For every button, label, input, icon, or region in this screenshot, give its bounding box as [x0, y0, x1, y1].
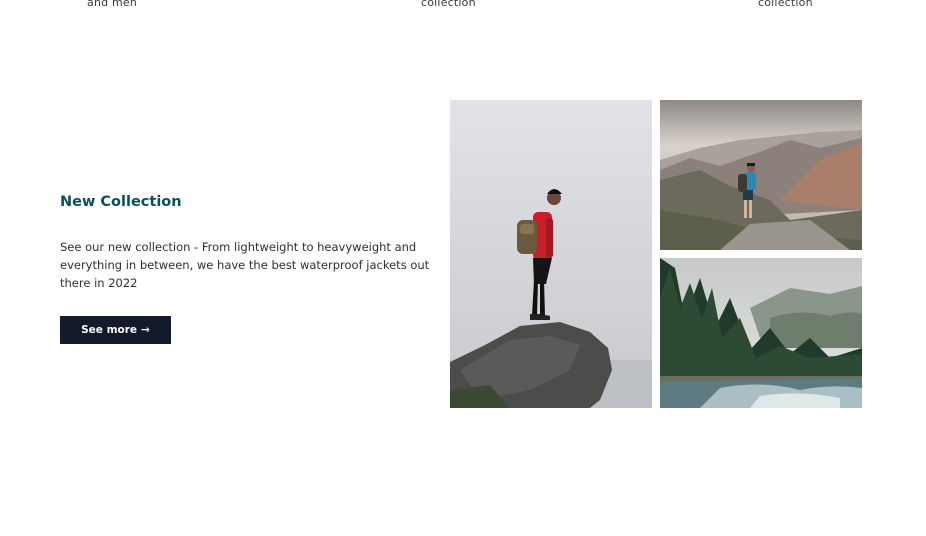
top-caption-2: collection [421, 0, 476, 9]
see-more-button[interactable]: See more → [60, 316, 171, 344]
section-title: New Collection [60, 194, 182, 210]
top-caption-3: collection [758, 0, 813, 9]
section-description: See our new collection - From lightweigh… [60, 240, 430, 290]
mountain-hiker-photo [660, 100, 862, 250]
hiker-cliff-photo [450, 100, 652, 408]
forest-river-photo [660, 258, 862, 408]
see-more-label: See more [81, 324, 138, 336]
arrow-right-icon: → [141, 324, 150, 336]
top-caption-1: and men [87, 0, 138, 9]
